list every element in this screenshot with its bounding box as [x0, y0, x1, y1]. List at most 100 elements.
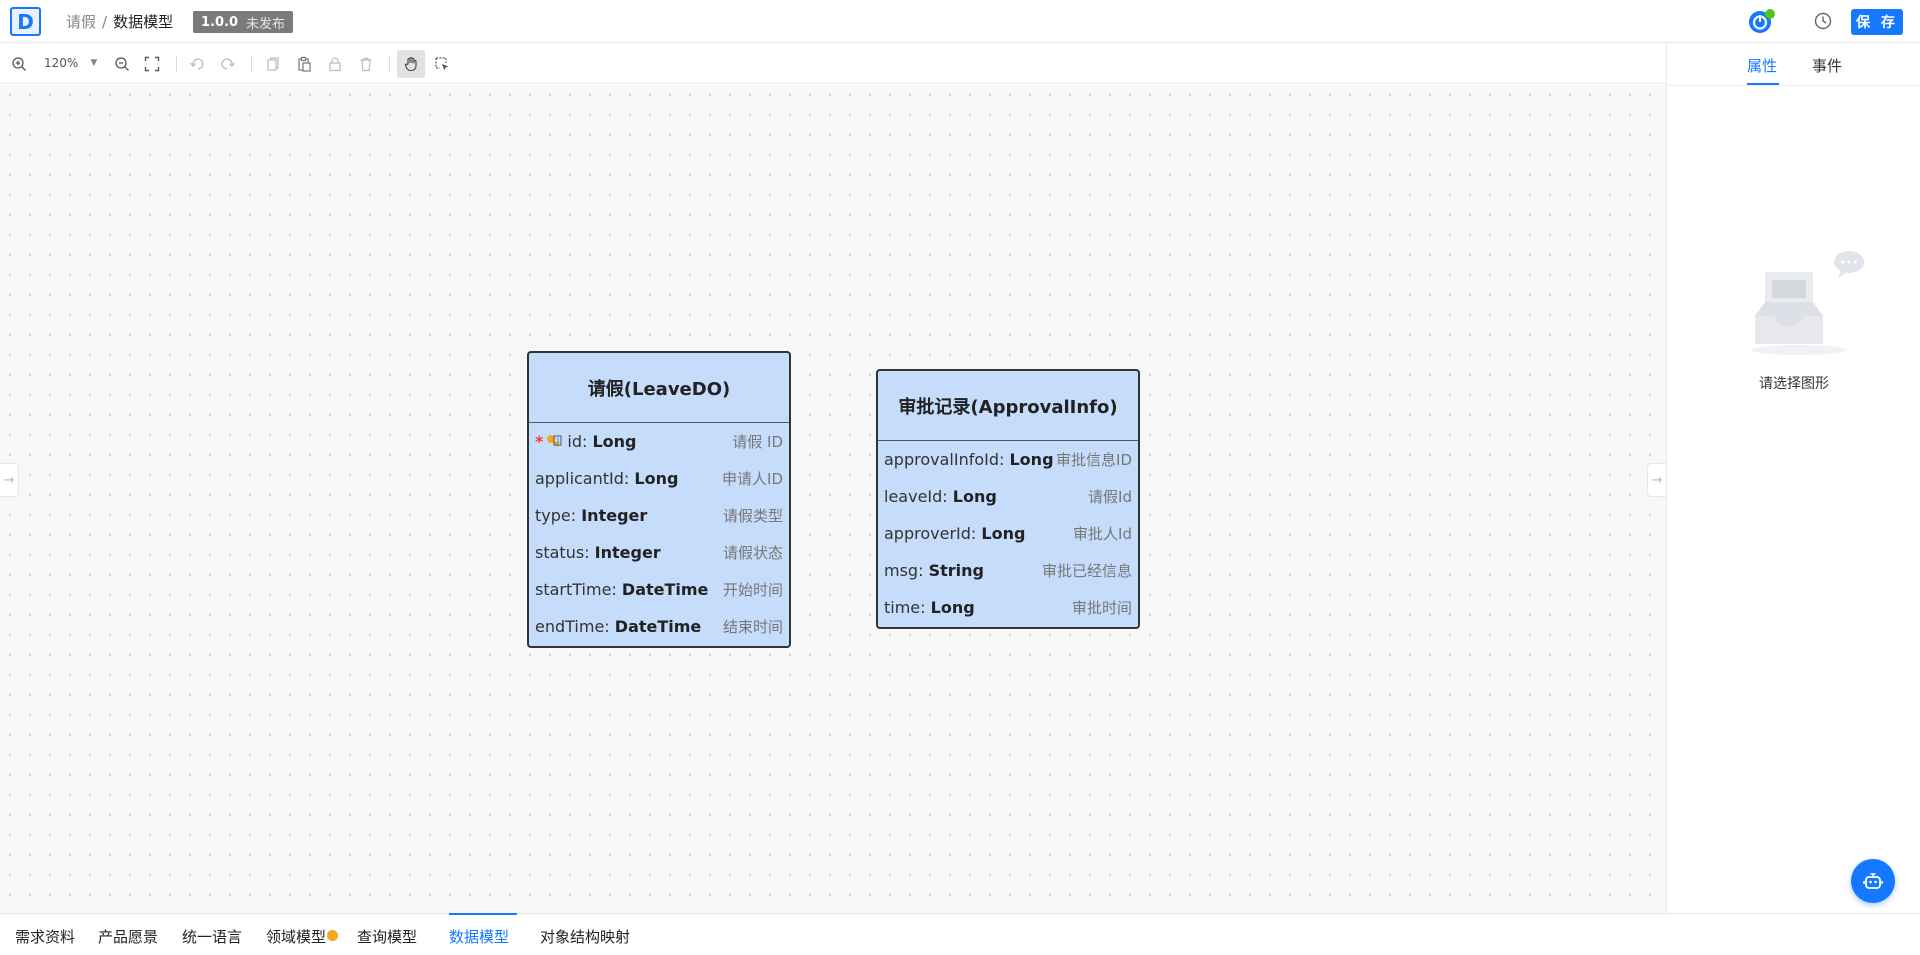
field-type: Integer	[594, 543, 661, 562]
logo-letter: D	[17, 9, 34, 34]
hand-pan-icon[interactable]	[397, 50, 425, 78]
field-type: String	[928, 561, 984, 580]
field-name: id:	[567, 432, 593, 451]
field-name: status:	[535, 543, 595, 562]
box-select-icon[interactable]	[430, 52, 454, 76]
field-type: Long	[634, 469, 679, 488]
save-button[interactable]: 保 存	[1851, 9, 1903, 35]
redo-icon[interactable]	[216, 52, 240, 76]
tab-events[interactable]: 事件	[1812, 55, 1842, 76]
zoom-level-select[interactable]: 120% ▼	[44, 56, 97, 70]
field-name: endTime:	[535, 617, 615, 636]
arrow-right-icon: →	[1651, 472, 1663, 488]
field-name: type:	[535, 506, 582, 525]
paste-icon[interactable]	[292, 52, 316, 76]
entity-card-approval-info[interactable]: 审批记录(ApprovalInfo) approvalInfoId: Long …	[876, 369, 1140, 629]
empty-state-text: 请选择图形	[1759, 376, 1829, 392]
entity-field[interactable]: msg: String 审批已经信息	[878, 552, 1138, 589]
active-tab-indicator	[449, 913, 517, 915]
expand-left-panel-button[interactable]: →	[0, 463, 19, 497]
required-star-icon: *	[535, 432, 544, 451]
tab-ubiquitous-language[interactable]: 统一语言	[182, 926, 242, 947]
field-name: msg:	[884, 561, 929, 580]
breadcrumb-current: 数据模型	[113, 13, 174, 31]
ai-assistant-button[interactable]	[1851, 859, 1895, 903]
field-comment: 请假状态	[722, 544, 783, 562]
robot-icon	[1863, 873, 1883, 889]
online-status-dot	[1765, 9, 1775, 19]
toolbar-divider	[176, 56, 177, 72]
field-comment: 请假 ID	[732, 433, 783, 451]
entity-title: 审批记录(ApprovalInfo)	[878, 371, 1138, 441]
zoom-in-icon[interactable]	[7, 52, 31, 76]
entity-field[interactable]: approverId: Long 审批人Id	[878, 515, 1138, 552]
entity-field[interactable]: * 1 id: Long 请假 ID	[529, 423, 789, 460]
field-type: Long	[930, 598, 975, 617]
app-logo[interactable]: D	[10, 7, 41, 36]
tab-label: 领域模型	[266, 928, 327, 946]
warning-dot-icon	[327, 930, 339, 941]
entity-field[interactable]: time: Long 审批时间	[878, 589, 1138, 626]
field-name: time:	[884, 598, 931, 617]
field-comment: 审批时间	[1071, 599, 1132, 617]
toolbar-divider	[251, 56, 252, 72]
key-icon: 1	[547, 434, 562, 447]
delete-icon[interactable]	[354, 52, 378, 76]
arrow-right-icon: →	[3, 472, 15, 488]
toolbar-divider	[389, 56, 390, 72]
chevron-down-icon: ▼	[90, 58, 98, 68]
active-tab-indicator	[1747, 83, 1779, 85]
tab-query-model[interactable]: 查询模型	[357, 926, 417, 947]
field-comment: 审批信息ID	[1056, 451, 1132, 469]
entity-field[interactable]: leaveId: Long 请假Id	[878, 478, 1138, 515]
field-type: Integer	[581, 506, 648, 525]
bottom-tab-bar: 需求资料 产品愿景 统一语言 领域模型 查询模型 数据模型 对象结构映射	[0, 913, 1920, 955]
field-type: DateTime	[614, 617, 702, 636]
tab-requirements[interactable]: 需求资料	[15, 926, 75, 947]
entity-field[interactable]: startTime: DateTime 开始时间	[529, 571, 789, 608]
field-comment: 审批已经信息	[1041, 562, 1132, 580]
field-type: Long	[952, 487, 997, 506]
entity-field[interactable]: approvalInfoId: Long 审批信息ID	[878, 441, 1138, 478]
field-type: Long	[592, 432, 637, 451]
zoom-out-icon[interactable]	[110, 52, 134, 76]
tab-object-mapping[interactable]: 对象结构映射	[540, 926, 630, 947]
tab-data-model[interactable]: 数据模型	[449, 926, 509, 947]
breadcrumb: 请假 / 数据模型	[66, 11, 173, 32]
diagram-canvas[interactable]: → → 请假(LeaveDO) * 1 id: Long 请假 ID appli…	[0, 85, 1667, 913]
breadcrumb-separator: /	[102, 12, 108, 31]
field-comment: 审批人Id	[1073, 525, 1132, 543]
entity-field[interactable]: type: Integer 请假类型	[529, 497, 789, 534]
entity-field[interactable]: status: Integer 请假状态	[529, 534, 789, 571]
version-status: 未发布	[246, 16, 286, 32]
canvas-toolbar: 120% ▼	[0, 44, 1666, 84]
field-name: startTime:	[535, 580, 622, 599]
entity-field[interactable]: applicantId: Long 申请人ID	[529, 460, 789, 497]
fit-screen-icon[interactable]	[140, 52, 164, 76]
breadcrumb-project[interactable]: 请假	[66, 11, 96, 32]
undo-icon[interactable]	[185, 52, 209, 76]
empty-state-illustration-icon	[1751, 251, 1864, 355]
field-type: Long	[981, 524, 1026, 543]
field-type: Long	[1009, 450, 1054, 469]
field-comment: 请假Id	[1088, 488, 1132, 506]
field-name: approvalInfoId:	[884, 450, 1010, 469]
tab-product-vision[interactable]: 产品愿景	[98, 926, 158, 947]
copy-icon[interactable]	[261, 52, 285, 76]
entity-title: 请假(LeaveDO)	[529, 353, 789, 423]
tab-domain-model[interactable]: 领域模型	[266, 926, 339, 947]
zoom-level-value: 120%	[44, 56, 79, 70]
properties-panel: 属性 事件 请选择图形	[1666, 44, 1920, 913]
lock-icon[interactable]	[323, 52, 347, 76]
entity-card-leave[interactable]: 请假(LeaveDO) * 1 id: Long 请假 ID applicant…	[527, 351, 791, 648]
collapse-right-panel-button[interactable]: →	[1647, 463, 1667, 497]
version-badge: 1.0.0 未发布	[193, 11, 294, 33]
field-name: leaveId:	[884, 487, 953, 506]
entity-field[interactable]: endTime: DateTime 结束时间	[529, 608, 789, 645]
version-number: 1.0.0	[201, 14, 239, 30]
tab-properties[interactable]: 属性	[1747, 55, 1777, 76]
svg-text:1: 1	[556, 438, 560, 445]
field-comment: 结束时间	[722, 618, 783, 636]
field-name: approverId:	[884, 524, 982, 543]
history-icon[interactable]	[1813, 11, 1833, 31]
